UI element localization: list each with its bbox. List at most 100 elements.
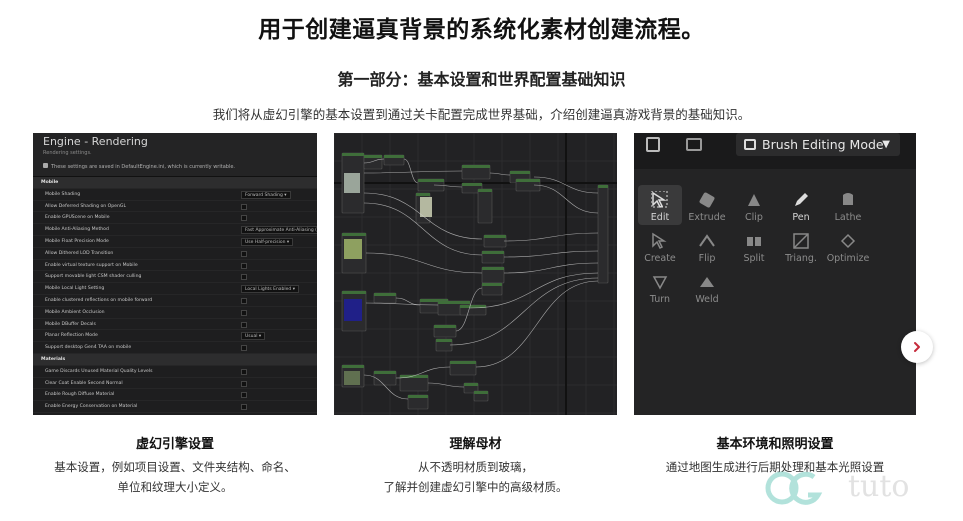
brush-tool-split[interactable]: Split	[732, 226, 776, 266]
card-image-engine-settings[interactable]: Engine - Rendering Rendering settings. T…	[33, 133, 317, 415]
settings-dropdown[interactable]: Local Lights Enabled ▾	[241, 285, 299, 294]
graph-node-header	[464, 383, 478, 386]
card-desc-2-line1: 从不透明材质到玻璃，	[418, 460, 533, 474]
settings-checkbox[interactable]	[241, 262, 247, 269]
graph-node-header	[342, 365, 364, 368]
optimize-icon	[840, 233, 856, 249]
graph-node-header	[408, 395, 428, 398]
section-intro: 我们将从虚幻引擎的基本设置到通过关卡配置完成世界基础，介绍创建逼真游戏背景的基础…	[212, 107, 751, 122]
graph-node-header	[438, 301, 470, 304]
graph-node-header	[434, 325, 456, 328]
settings-row: Enable Rough Diffuse Material	[33, 389, 317, 402]
weld-icon	[700, 277, 714, 287]
settings-row-label: Mobile	[41, 180, 59, 185]
carousel-next-button[interactable]	[901, 331, 933, 363]
settings-row: Mobile Ambient Occlusion	[33, 307, 317, 319]
graph-node-header	[384, 155, 404, 158]
brush-tool-triang[interactable]: Triang.	[779, 226, 823, 266]
brush-tool-label: Edit	[650, 212, 670, 223]
brush-mode-dropdown[interactable]: Brush Editing Mode ▼	[736, 133, 900, 156]
settings-row: Mobile Float Precision Mode Use Half-prec…	[33, 236, 317, 248]
brush-tool-label: Create	[644, 253, 676, 264]
card-image-brush-editing[interactable]: Brush Editing Mode ▼ Edit Extrude Clip Pen L…	[634, 133, 916, 415]
brush-tool-grid: Edit Extrude Clip Pen Lathe Create Flip Split Tr…	[634, 169, 916, 415]
settings-checkbox[interactable]	[241, 309, 247, 316]
brush-tool-clip[interactable]: Clip	[732, 185, 776, 225]
settings-row-label: Enable GPUScene on Mobile	[45, 215, 110, 221]
settings-rows: Mobile Mobile Shading Forward Shading ▾ All…	[33, 177, 317, 413]
settings-checkbox[interactable]	[241, 368, 247, 375]
card-desc-2: 从不透明材质到玻璃， 了解并创建虚幻引擎中的高级材质。	[334, 457, 617, 497]
settings-checkbox[interactable]	[241, 250, 247, 257]
settings-row: Materials	[33, 353, 317, 366]
settings-dropdown[interactable]: Forward Shading ▾	[241, 190, 291, 199]
graph-node-header	[482, 251, 504, 254]
lathe-icon	[843, 193, 853, 205]
brush-tool-label: Split	[743, 253, 765, 264]
page-title: 用于创建逼真背景的系统化素材创建流程。	[258, 17, 705, 43]
graph-node	[477, 188, 493, 224]
graph-wire	[365, 252, 483, 274]
brush-tool-extrude[interactable]: Extrude	[685, 185, 729, 225]
settings-note-text: These settings are saved in DefaultEngin…	[51, 164, 236, 170]
settings-dropdown[interactable]: Usual ▾	[241, 332, 266, 341]
graph-node-header	[374, 371, 396, 374]
graph-wire	[363, 170, 463, 174]
settings-row-label: Mobile Float Precision Mode	[45, 238, 109, 244]
brush-tool-pen[interactable]: Pen	[779, 185, 823, 225]
settings-row: Enable GPUScene on Mobile	[33, 212, 317, 225]
settings-checkbox[interactable]	[241, 203, 247, 210]
graph-node-header	[484, 235, 506, 238]
brush-tool-label: Flip	[698, 253, 716, 264]
clip-icon	[748, 194, 760, 206]
settings-checkbox[interactable]	[241, 321, 247, 328]
graph-node-header	[416, 193, 430, 196]
brush-tool-flip[interactable]: Flip	[685, 226, 729, 266]
settings-row-label: Support desktop Gen4 TAA on mobile	[45, 345, 132, 351]
brush-tool-turn[interactable]: Turn	[638, 267, 682, 307]
settings-row-label: Game Discards Unused Material Quality Le…	[45, 368, 153, 374]
tuto-watermark-text: tuto	[848, 469, 910, 504]
settings-checkbox[interactable]	[241, 297, 247, 304]
settings-row: Support movable light CSM shader culling	[33, 271, 317, 284]
brush-tool-lathe[interactable]: Lathe	[826, 185, 870, 225]
card-desc-1: 基本设置，例如项目设置、文件夹结构、命名、 单位和纹理大小定义。	[33, 457, 317, 497]
settings-row: Clear Coat Enable Second Normal	[33, 378, 317, 390]
settings-row-label: Enable virtual texture support on Mobile	[45, 262, 138, 268]
settings-checkbox[interactable]	[241, 345, 247, 352]
settings-row-label: Enable Rough Diffuse Material	[45, 392, 115, 398]
create-icon	[652, 232, 667, 250]
content-browser-icon[interactable]	[686, 138, 702, 151]
card-desc-2-line2: 了解并创建虚幻引擎中的高级材质。	[383, 480, 568, 494]
graph-node-header	[436, 339, 452, 342]
card-desc-1-line1: 基本设置，例如项目设置、文件夹结构、命名、	[54, 460, 296, 474]
settings-dropdown[interactable]: Fast Approximate Anti-Aliasing (FXAA) ▾	[241, 226, 317, 235]
texture-preview	[344, 239, 362, 259]
settings-row: Mobile Anti-Aliasing Method Fast Approxim…	[33, 224, 317, 236]
graph-node-header	[364, 155, 382, 158]
settings-checkbox[interactable]	[241, 404, 247, 411]
brush-tool-edit[interactable]: Edit	[638, 185, 682, 225]
settings-checkbox[interactable]	[241, 215, 247, 222]
graph-wire	[503, 250, 599, 258]
graph-node-header	[474, 391, 488, 394]
settings-row: Allow Deferred Shading on OpenGL	[33, 201, 317, 213]
graph-wire	[489, 172, 511, 176]
brush-tool-optimize[interactable]: Optimize	[826, 226, 870, 266]
brush-tool-create[interactable]: Create	[638, 226, 682, 266]
settings-dropdown[interactable]: Use Half-precision ▾	[241, 237, 294, 246]
settings-checkbox[interactable]	[241, 380, 247, 387]
card-image-material-graph[interactable]	[334, 133, 617, 415]
settings-row: Planar Reflection Mode Usual ▾	[33, 330, 317, 343]
settings-row: Support desktop Gen4 TAA on mobile	[33, 342, 317, 354]
extrude-icon	[699, 192, 715, 208]
brush-tool-weld[interactable]: Weld	[685, 267, 729, 307]
settings-row-label: Materials	[41, 356, 66, 362]
graph-wire	[403, 158, 419, 184]
settings-checkbox[interactable]	[241, 274, 247, 281]
graph-node-header	[450, 361, 476, 364]
card-title-3: 基本环境和照明设置	[716, 437, 834, 452]
settings-checkbox[interactable]	[241, 392, 247, 399]
settings-row-label: Enable clustered reflections on mobile f…	[45, 297, 153, 303]
save-icon[interactable]	[646, 137, 660, 152]
